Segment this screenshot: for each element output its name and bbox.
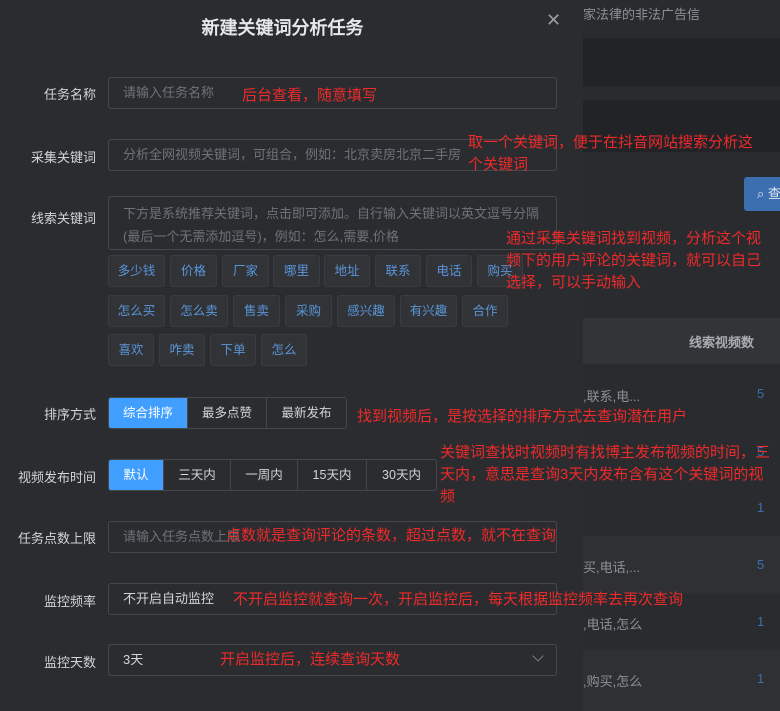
sort-option-comprehensive[interactable]: 综合排序 xyxy=(109,398,188,428)
annotation-monitor-days: 开启监控后，连续查询天数 xyxy=(220,651,401,668)
publish-time-3days[interactable]: 三天内 xyxy=(164,460,231,490)
keyword-tag[interactable]: 多少钱 xyxy=(108,255,165,287)
keyword-tag[interactable]: 电话 xyxy=(426,255,472,287)
keyword-tag[interactable]: 感兴趣 xyxy=(337,295,395,327)
search-icon: ⌕ xyxy=(757,186,768,201)
keyword-tag[interactable]: 联系 xyxy=(375,255,421,287)
dialog-title: 新建关键词分析任务 xyxy=(201,18,364,38)
table-row[interactable]: 买,电话,... 5 xyxy=(583,557,780,576)
monitor-frequency-label: 监控频率 xyxy=(43,594,96,609)
publish-time-default[interactable]: 默认 xyxy=(109,460,164,490)
background-notice-text: 家法律的非法广告信 xyxy=(583,7,701,22)
keyword-tag[interactable]: 咋卖 xyxy=(159,334,205,366)
background-strip xyxy=(583,38,780,86)
table-row[interactable]: ,购买,怎么 1 xyxy=(583,671,780,690)
keyword-tag[interactable]: 售卖 xyxy=(233,295,280,327)
clue-keyword-label: 线索关键词 xyxy=(30,211,96,226)
annotation-monitor-frequency: 不开启监控就查询一次，开启监控后，每天根据监控频率去再次查询 xyxy=(233,591,684,608)
table-cell-count[interactable]: 5 xyxy=(757,557,764,572)
keyword-tag[interactable]: 下单 xyxy=(210,334,256,366)
keyword-tag[interactable]: 价格 xyxy=(170,255,217,287)
keyword-tag[interactable]: 厂家 xyxy=(222,255,269,287)
close-icon[interactable]: ✕ xyxy=(546,10,561,31)
annotation-sort: 找到视频后，是按选择的排序方式去查询潜在用户 xyxy=(357,408,688,425)
sort-options: 综合排序 最多点赞 最新发布 xyxy=(108,397,347,429)
table-cell-count[interactable]: 5 xyxy=(757,386,764,401)
table-row[interactable]: ,联系,电... 5 xyxy=(583,386,780,405)
table-row[interactable]: ,电话,怎么 1 xyxy=(583,614,780,633)
annotation-task-name: 后台查看，随意填写 xyxy=(242,87,378,104)
clue-keyword-textarea[interactable]: 下方是系统推荐关键词，点击即可添加。自行输入关键词以英文逗号分隔(最后一个无需添… xyxy=(108,196,557,250)
sort-option-most-likes[interactable]: 最多点赞 xyxy=(188,398,267,428)
publish-time-15days[interactable]: 15天内 xyxy=(298,460,367,490)
keyword-tag[interactable]: 怎么 xyxy=(261,334,307,366)
publish-time-options: 默认 三天内 一周内 15天内 30天内 xyxy=(108,459,437,491)
sort-label: 排序方式 xyxy=(43,407,96,422)
keyword-tag[interactable]: 怎么买 xyxy=(108,295,165,327)
keyword-tag[interactable]: 喜欢 xyxy=(108,334,154,366)
table-cell-keywords: ,电话,怎么 xyxy=(583,617,643,632)
annotation-points-limit: 点数就是查询评论的条数，超过点数，就不在查询 xyxy=(226,527,557,544)
points-limit-label: 任务点数上限 xyxy=(17,531,96,546)
publish-time-label: 视频发布时间 xyxy=(17,470,96,485)
table-cell-keywords: ,购买,怎么 xyxy=(583,674,643,689)
keyword-tag[interactable]: 有兴趣 xyxy=(400,295,457,327)
monitor-days-label: 监控天数 xyxy=(43,655,96,670)
annotation-collect-keyword: 取一个关键词，便于在抖音网站搜索分析这个关键词 xyxy=(468,134,754,173)
table-header-clue-video-count: 线索视频数 xyxy=(689,335,755,350)
keyword-tag[interactable]: 哪里 xyxy=(273,255,320,287)
background-search-button[interactable]: ⌕ 查 xyxy=(744,177,780,211)
keyword-tag[interactable]: 采购 xyxy=(285,295,332,327)
publish-time-1week[interactable]: 一周内 xyxy=(231,460,298,490)
table-cell-keywords: 买,电话,... xyxy=(583,560,641,575)
sort-option-latest[interactable]: 最新发布 xyxy=(267,398,346,428)
table-cell-count[interactable]: 1 xyxy=(757,671,764,686)
table-cell-count[interactable]: 1 xyxy=(757,614,764,629)
search-button-label: 查 xyxy=(767,186,780,201)
task-name-label: 任务名称 xyxy=(43,87,96,102)
keyword-tag[interactable]: 合作 xyxy=(462,295,508,327)
keyword-tag[interactable]: 地址 xyxy=(324,255,370,287)
publish-time-30days[interactable]: 30天内 xyxy=(367,460,436,490)
keyword-tag[interactable]: 怎么卖 xyxy=(170,295,228,327)
collect-keyword-label: 采集关键词 xyxy=(30,150,96,165)
annotation-publish-time: 关键词查找时视频时有找博主发布视频的时间，三天内，意思是查询3天内发布含有这个关… xyxy=(440,444,771,505)
table-cell-keywords: ,联系,电... xyxy=(583,389,641,404)
annotation-clue-keyword: 通过采集关键词找到视频，分析这个视频下的用户评论的关键词，就可以自己选择，可以手… xyxy=(506,230,762,291)
